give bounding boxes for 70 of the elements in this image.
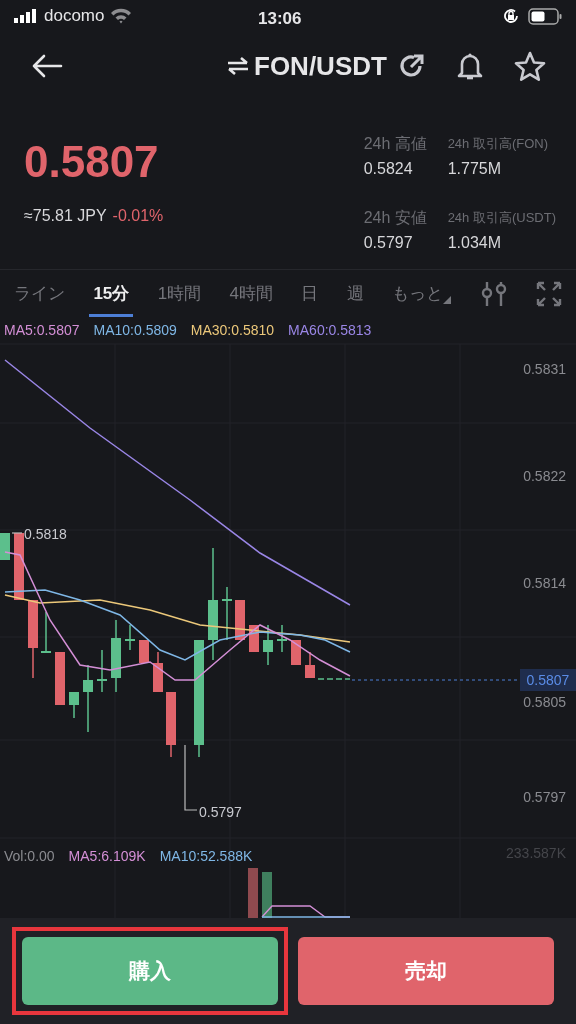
ma-legend-value: MA60:0.5813 bbox=[288, 321, 372, 340]
interval-tab[interactable]: 日 bbox=[301, 270, 319, 318]
clock-time: 13:06 bbox=[258, 8, 302, 30]
candlestick bbox=[222, 586, 232, 641]
candlestick bbox=[41, 611, 51, 654]
candlestick bbox=[55, 651, 65, 706]
carrier-name: docomo bbox=[44, 5, 105, 28]
ma-legend-value: MA5:0.5807 bbox=[4, 321, 80, 340]
candlestick bbox=[0, 532, 10, 561]
dropdown-corner-icon bbox=[443, 296, 452, 304]
low-price-marker: 0.5797 bbox=[199, 803, 242, 822]
sell-button[interactable]: 売却 bbox=[298, 937, 554, 1005]
volume-legend-value: Vol:0.00 bbox=[4, 847, 55, 866]
stat-value: 0.5824 bbox=[363, 159, 414, 179]
fullscreen-icon[interactable] bbox=[536, 281, 562, 307]
ma-legend-value: MA30:0.5810 bbox=[190, 321, 275, 340]
stat-label: 24h 取引高(USDT) bbox=[447, 208, 556, 227]
buy-button[interactable]: 購入 bbox=[22, 937, 278, 1005]
last-price: 0.5807 bbox=[24, 136, 160, 188]
stat-value: 1.775M bbox=[447, 159, 502, 179]
current-candle-line bbox=[317, 678, 351, 680]
high-price-marker: 0.5818 bbox=[24, 525, 67, 544]
candlestick bbox=[153, 651, 163, 693]
share-icon[interactable] bbox=[398, 52, 426, 80]
volume-legend-value: MA5:6.109K bbox=[68, 847, 146, 866]
candlestick bbox=[305, 651, 315, 679]
wifi-icon bbox=[110, 8, 133, 24]
candlestick bbox=[166, 691, 176, 758]
candlestick bbox=[291, 639, 301, 666]
stat-value: 0.5797 bbox=[363, 232, 414, 253]
axis-price-label: 0.5814 bbox=[523, 574, 566, 592]
back-arrow-icon bbox=[31, 54, 63, 78]
candlestick bbox=[277, 624, 287, 653]
low-marker-line bbox=[184, 744, 198, 811]
candlestick bbox=[139, 639, 149, 664]
candlestick bbox=[97, 649, 107, 693]
candlestick bbox=[249, 624, 259, 653]
fiat-price: ≈75.81 JPY bbox=[24, 206, 107, 226]
candlestick bbox=[69, 691, 79, 719]
axis-price-label: 0.5797 bbox=[523, 788, 566, 806]
volume-legend-value: MA10:52.588K bbox=[159, 847, 253, 866]
bell-icon[interactable] bbox=[456, 51, 484, 81]
high-marker-line bbox=[11, 532, 23, 534]
interval-tab[interactable]: ライン bbox=[14, 270, 65, 318]
price-change: -0.01% bbox=[112, 206, 164, 226]
current-price-label: 0.5807 bbox=[520, 669, 576, 691]
candlestick bbox=[83, 664, 93, 733]
stat-label: 24h 取引高(FON) bbox=[447, 135, 550, 153]
interval-tab[interactable]: 4時間 bbox=[229, 270, 274, 318]
signal-icon bbox=[14, 9, 38, 23]
rotation-lock-icon bbox=[502, 7, 520, 25]
interval-tab[interactable]: 週 bbox=[346, 270, 364, 318]
candlestick bbox=[263, 624, 273, 666]
swap-icon[interactable] bbox=[226, 56, 250, 76]
indicator-settings-icon[interactable] bbox=[479, 280, 508, 308]
axis-price-label: 0.5805 bbox=[523, 693, 566, 711]
stat-label: 24h 安値 bbox=[363, 207, 428, 228]
ma-legend-value: MA10:0.5809 bbox=[93, 321, 177, 340]
star-icon[interactable] bbox=[514, 51, 546, 81]
axis-price-label: 0.5831 bbox=[523, 360, 566, 378]
battery-icon bbox=[528, 7, 562, 25]
interval-tab[interactable]: 1時間 bbox=[157, 270, 202, 318]
stat-value: 1.034M bbox=[447, 232, 502, 253]
stat-label: 24h 高値 bbox=[363, 134, 428, 154]
candlestick bbox=[14, 532, 24, 601]
candlestick bbox=[235, 599, 245, 641]
interval-tab[interactable]: もっと bbox=[392, 270, 452, 318]
candlestick bbox=[125, 624, 135, 651]
trading-pair-title[interactable]: FON/USDT bbox=[254, 46, 387, 86]
axis-price-label: 0.5822 bbox=[523, 467, 566, 485]
